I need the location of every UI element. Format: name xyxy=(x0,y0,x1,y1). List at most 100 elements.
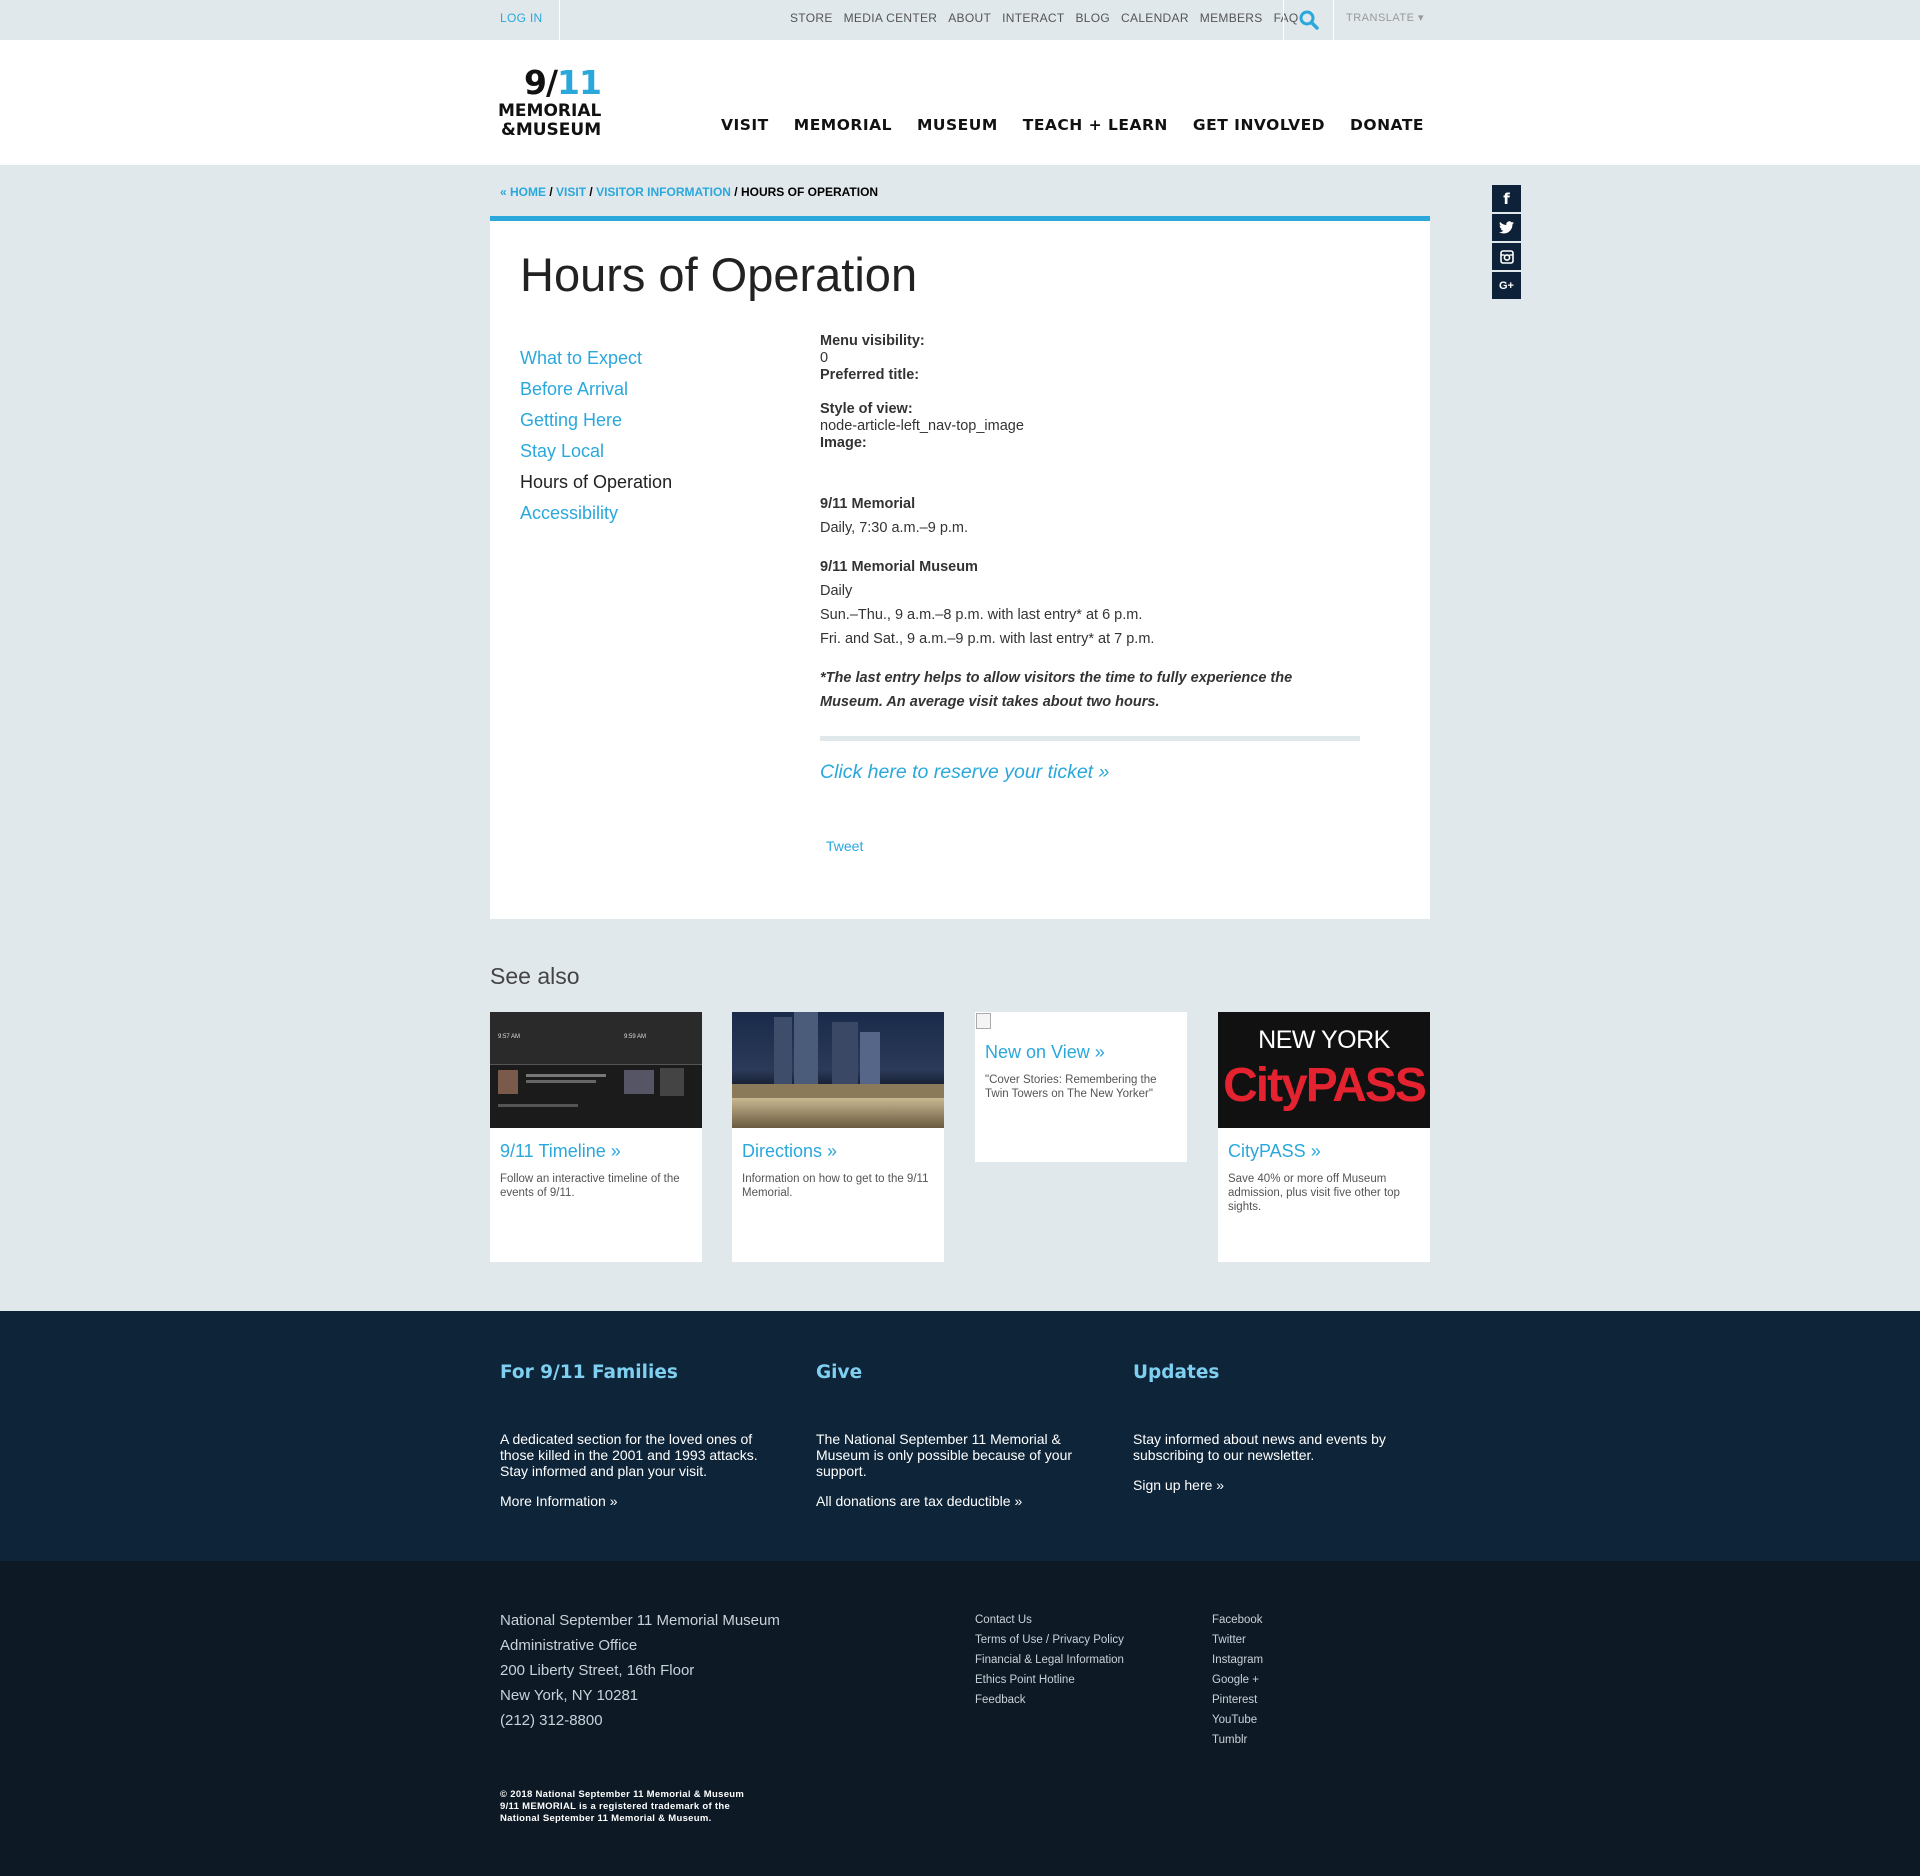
copyright: © 2018 National September 11 Memorial & … xyxy=(500,1789,744,1825)
footer-heading: Updates xyxy=(1133,1362,1220,1383)
footer-text: The National September 11 Memorial & Mus… xyxy=(816,1431,1073,1479)
meta-value: 0 xyxy=(820,350,829,366)
logo-text: 9/ xyxy=(524,63,558,102)
section-nav-getting-here[interactable]: Getting Here xyxy=(520,405,672,436)
main-nav-museum[interactable]: MUSEUM xyxy=(917,116,998,134)
footer-link-contact[interactable]: Contact Us xyxy=(975,1610,1124,1630)
footer-heading: For 9/11 Families xyxy=(500,1362,678,1383)
section-nav-before-arrival[interactable]: Before Arrival xyxy=(520,374,672,405)
citypass-logo-text: CityPASS xyxy=(1223,1059,1427,1112)
footer-link-terms[interactable]: Terms of Use / Privacy Policy xyxy=(975,1630,1124,1650)
address-line: 200 Liberty Street, 16th Floor xyxy=(500,1662,695,1679)
section-nav: What to Expect Before Arrival Getting He… xyxy=(520,343,672,529)
instagram-icon xyxy=(1499,249,1514,264)
footer-updates: Updates Stay informed about news and eve… xyxy=(1133,1362,1393,1493)
breadcrumb-current: HOURS OF OPERATION xyxy=(740,185,879,199)
main-nav-teach-learn[interactable]: TEACH + LEARN xyxy=(1023,116,1168,134)
breadcrumb-home[interactable]: « HOME xyxy=(500,185,546,199)
footer-families: For 9/11 Families A dedicated section fo… xyxy=(500,1362,760,1509)
tile-title[interactable]: CityPASS » xyxy=(1228,1141,1420,1162)
googleplus-icon: G+ xyxy=(1499,279,1514,292)
footer-bottom xyxy=(0,1561,1920,1876)
phone-number[interactable]: (212) 312-8800 xyxy=(500,1708,780,1733)
content-card: Hours of Operation What to Expect Before… xyxy=(490,216,1430,919)
main-nav-visit[interactable]: VISIT xyxy=(721,116,769,134)
footer-link-youtube[interactable]: YouTube xyxy=(1212,1710,1263,1730)
login-link[interactable]: LOG IN xyxy=(500,0,542,40)
meta-label: Menu visibility: xyxy=(820,333,925,349)
facebook-share-button[interactable]: f xyxy=(1492,185,1521,212)
footer-families-link[interactable]: More Information » xyxy=(500,1493,760,1509)
footer-text: A dedicated section for the loved ones o… xyxy=(500,1431,758,1479)
reserve-ticket-link[interactable]: Click here to reserve your ticket » xyxy=(820,761,1380,784)
utility-divider xyxy=(559,0,560,40)
translate-dropdown[interactable]: TRANSLATE ▾ xyxy=(1346,0,1424,36)
museum-hours-text: Sun.–Thu., 9 a.m.–8 p.m. with last entry… xyxy=(820,607,1143,623)
main-nav-donate[interactable]: DONATE xyxy=(1350,116,1424,134)
main-nav: VISIT MEMORIAL MUSEUM TEACH + LEARN GET … xyxy=(0,116,1424,134)
twitter-share-button[interactable] xyxy=(1492,214,1521,241)
utility-link-media-center[interactable]: MEDIA CENTER xyxy=(844,11,938,25)
footer-link-twitter[interactable]: Twitter xyxy=(1212,1630,1263,1650)
tile-title[interactable]: 9/11 Timeline » xyxy=(500,1141,692,1162)
tile-description: Information on how to get to the 9/11 Me… xyxy=(742,1173,929,1199)
footer-link-pinterest[interactable]: Pinterest xyxy=(1212,1690,1263,1710)
address-line: New York, NY 10281 xyxy=(500,1687,639,1704)
tile-title[interactable]: New on View » xyxy=(985,1042,1177,1063)
utility-link-blog[interactable]: BLOG xyxy=(1076,11,1111,25)
footer-text: Stay informed about news and events by s… xyxy=(1133,1431,1386,1463)
utility-link-interact[interactable]: INTERACT xyxy=(1002,11,1064,25)
breadcrumb-visitor-information[interactable]: VISITOR INFORMATION xyxy=(596,185,731,199)
site-header xyxy=(0,40,1920,165)
memorial-hours-heading: 9/11 Memorial xyxy=(820,496,916,512)
section-nav-what-to-expect[interactable]: What to Expect xyxy=(520,343,672,374)
see-also-tile-timeline[interactable]: 9:57 AM 9:59 AM 9/11 Timeline » Follow a… xyxy=(490,1012,702,1262)
footer-link-financial[interactable]: Financial & Legal Information xyxy=(975,1650,1124,1670)
utility-link-store[interactable]: STORE xyxy=(790,11,833,25)
utility-link-members[interactable]: MEMBERS xyxy=(1200,11,1263,25)
breadcrumb-separator: / xyxy=(586,185,597,199)
thumbnail-text: 9:57 AM xyxy=(498,1034,521,1040)
googleplus-share-button[interactable]: G+ xyxy=(1492,272,1521,299)
footer-link-tumblr[interactable]: Tumblr xyxy=(1212,1730,1263,1750)
see-also-tile-directions[interactable]: Directions » Information on how to get t… xyxy=(732,1012,944,1262)
section-nav-accessibility[interactable]: Accessibility xyxy=(520,498,672,529)
utility-link-about[interactable]: ABOUT xyxy=(948,11,991,25)
search-button[interactable] xyxy=(1284,0,1334,40)
breadcrumb-visit[interactable]: VISIT xyxy=(556,185,586,199)
see-also-tile-new-on-view[interactable]: New on View » "Cover Stories: Rememberin… xyxy=(975,1012,1187,1162)
footer-heading: Give xyxy=(816,1362,863,1383)
utility-link-calendar[interactable]: CALENDAR xyxy=(1121,11,1189,25)
footer-link-instagram[interactable]: Instagram xyxy=(1212,1650,1263,1670)
address-line: Administrative Office xyxy=(500,1637,638,1654)
footer-give-link[interactable]: All donations are tax deductible » xyxy=(816,1493,1076,1509)
section-nav-stay-local[interactable]: Stay Local xyxy=(520,436,672,467)
footer-link-feedback[interactable]: Feedback xyxy=(975,1690,1124,1710)
footer-link-facebook[interactable]: Facebook xyxy=(1212,1610,1263,1630)
tile-title[interactable]: Directions » xyxy=(742,1141,934,1162)
search-icon xyxy=(1299,10,1319,30)
main-nav-memorial[interactable]: MEMORIAL xyxy=(794,116,892,134)
footer-updates-link[interactable]: Sign up here » xyxy=(1133,1477,1393,1493)
see-also-tile-citypass[interactable]: NEW YORK CityPASS CityPASS » Save 40% or… xyxy=(1218,1012,1430,1262)
timeline-thumbnail: 9:57 AM 9:59 AM xyxy=(490,1012,702,1128)
instagram-share-button[interactable] xyxy=(1492,243,1521,270)
footer-link-googleplus[interactable]: Google + xyxy=(1212,1670,1263,1690)
tweet-button[interactable]: Tweet xyxy=(826,838,863,854)
meta-value xyxy=(820,384,1380,401)
footer-social-links: Facebook Twitter Instagram Google + Pint… xyxy=(1212,1610,1263,1750)
see-also-heading: See also xyxy=(490,963,580,989)
utility-nav: STORE MEDIA CENTER ABOUT INTERACT BLOG C… xyxy=(790,0,1298,36)
citypass-logo: NEW YORK CityPASS xyxy=(1218,1012,1430,1128)
main-nav-get-involved[interactable]: GET INVOLVED xyxy=(1193,116,1325,134)
memorial-hours-text: Daily, 7:30 a.m.–9 p.m. xyxy=(820,520,969,536)
twitter-icon xyxy=(1499,221,1514,234)
thumbnail-text: 9:59 AM xyxy=(624,1034,647,1040)
site-logo[interactable]: 9/11 MEMORIAL &MUSEUM xyxy=(498,66,618,146)
breadcrumb-separator: / xyxy=(546,185,557,199)
utility-divider xyxy=(1333,0,1334,40)
footer-link-ethics[interactable]: Ethics Point Hotline xyxy=(975,1670,1124,1690)
breadcrumb-separator: / xyxy=(730,185,741,199)
copyright-line: National September 11 Memorial & Museum. xyxy=(500,1813,712,1824)
section-nav-hours-of-operation: Hours of Operation xyxy=(520,472,673,492)
